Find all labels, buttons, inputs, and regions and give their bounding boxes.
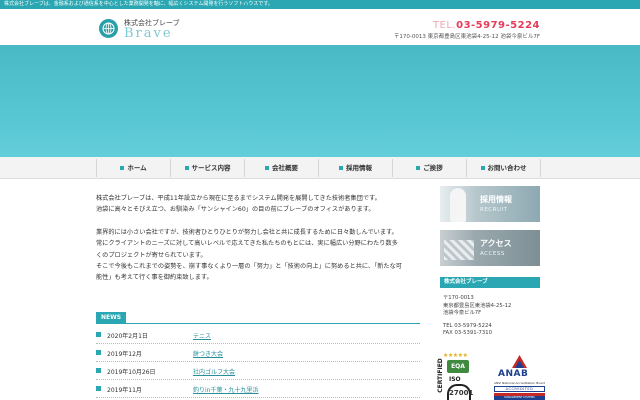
anab-subtitle: ANSI National Accreditation Board xyxy=(493,381,546,385)
address-line: 池袋今泉ビル7F xyxy=(443,310,482,316)
phone-number: TEL 03-5979-5224 xyxy=(443,322,492,329)
nav-item-recruit[interactable]: 採用情報 xyxy=(318,159,392,177)
news-heading: NEWS xyxy=(96,312,126,323)
intro-line: くのプロジェクトが寄せられています。 xyxy=(96,251,207,259)
intro-line: 業界的には小さい会社ですが、技術者ひとりひとりが努力し会社と共に成長するために日… xyxy=(96,228,398,236)
nav-bullet-icon xyxy=(480,166,485,170)
news-bullet-icon xyxy=(96,332,101,337)
intro-line: 株式会社ブレーブは、平成11年設立から現在に至るまでシステム開発を展開してきた技… xyxy=(96,195,381,202)
recruit-banner-subtitle: RECRUIT xyxy=(480,207,508,213)
sidebar-company-heading: 株式会社ブレーブ xyxy=(440,277,540,288)
news-date: 2019年10月26日 xyxy=(107,369,156,376)
address-line: 東京都豊島区東池袋4-25-12 xyxy=(443,302,512,309)
nav-item-contact[interactable]: お問い合わせ xyxy=(466,159,541,177)
news-date: 2019年12月 xyxy=(107,351,142,358)
tel-label: TEL. xyxy=(432,20,457,31)
tel-number: 03-5979-5224 xyxy=(456,20,540,31)
header-phone: TEL.03-5979-5224 xyxy=(433,20,540,31)
globe-logo-icon[interactable] xyxy=(99,19,118,38)
eqa-logo: EQA xyxy=(447,360,469,373)
nav-bullet-icon xyxy=(184,166,189,170)
postal-code: 〒170-0013 xyxy=(443,295,474,301)
access-banner[interactable]: アクセス ACCESS xyxy=(440,230,540,266)
news-title-link[interactable]: 社内ゴルフ大会 xyxy=(193,367,235,376)
hero-banner xyxy=(0,45,640,157)
isms-certification-badge: ★★★★★ CERTIFIED EQA ISO 27001 xyxy=(433,352,493,400)
certified-label: CERTIFIED xyxy=(436,358,444,393)
company-intro: 株式会社ブレーブは、平成11年設立から現在に至るまでシステム開発を展開してきた技… xyxy=(96,193,426,284)
top-tagline-bar: 株式会社ブレーブは、金融系および通信系を中心とした業務開発を軸に、幅広くシステム… xyxy=(0,0,640,9)
news-divider xyxy=(96,323,420,324)
intro-line: そこで今後もこれまでの姿勢を、崩す事なくより一層の「努力」と「技術の向上」に努め… xyxy=(96,263,402,271)
recruit-banner[interactable]: 採用情報 RECRUIT xyxy=(440,186,540,222)
recruit-banner-title: 採用情報 xyxy=(480,195,512,204)
person-photo-icon xyxy=(450,188,466,222)
star-rating-icon: ★★★★★ xyxy=(443,352,468,359)
header-address: 〒170-0013 東京都豊島区東池袋4-25-12 池袋今泉ビル7F xyxy=(393,34,540,40)
news-item: 2020年2月1日 テニス xyxy=(96,326,420,344)
brand-logo-text[interactable]: Brave xyxy=(124,26,173,41)
nav-bullet-icon xyxy=(265,166,269,170)
accredited-label: ACCREDITED xyxy=(494,386,545,392)
fax-number: FAX 03-5391-7310 xyxy=(443,330,493,336)
news-date: 2019年11月 xyxy=(107,387,142,394)
news-bullet-icon xyxy=(96,350,101,355)
intro-line: 能性」も考えて行く事を御約束致します。 xyxy=(96,274,213,282)
news-title-link[interactable]: 釣りin千葉・九十九里浜 xyxy=(193,385,258,394)
anab-text: ANAB xyxy=(498,369,529,379)
nav-bullet-icon xyxy=(416,166,421,170)
anab-accreditation-badge: ANAB ANSI National Accreditation Board A… xyxy=(492,352,547,400)
iso-label: ISO xyxy=(449,376,461,383)
intro-line: 常にクライアントのニーズに対して高いレベルで応えてきた私たちのもとには、実に幅広… xyxy=(96,240,398,248)
access-banner-subtitle: ACCESS xyxy=(480,251,505,257)
sidebar-company-info: 〒170-0013 東京都豊島区東池袋4-25-12 池袋今泉ビル7F TEL … xyxy=(443,295,511,338)
news-bullet-icon xyxy=(96,368,101,373)
news-item: 2019年11月 釣りin千葉・九十九里浜 xyxy=(96,380,420,398)
main-nav: ホーム サービス内容 会社概要 採用情報 ご挨拶 お問い合わせ xyxy=(0,157,640,179)
nav-bullet-icon xyxy=(339,166,343,170)
nav-item-greeting[interactable]: ご挨拶 xyxy=(392,159,466,177)
tagline-text: 株式会社ブレーブは、金融系および通信系を中心とした業務開発を軸に、幅広くシステム… xyxy=(4,1,273,7)
building-photo-icon xyxy=(444,240,474,260)
intro-line: 池袋に高々とそびえ立つ、お馴染み「サンシャイン60」の目の前にブレーブのオフィス… xyxy=(96,206,375,214)
news-title-link[interactable]: 餅つき大会 xyxy=(193,349,223,358)
news-title-link[interactable]: テニス xyxy=(193,331,211,340)
access-banner-title: アクセス xyxy=(480,239,512,248)
management-systems-label: MANAGEMENT SYSTEMS xyxy=(494,396,545,400)
nav-bullet-icon xyxy=(120,166,125,170)
nav-item-services[interactable]: サービス内容 xyxy=(170,159,244,177)
news-bullet-icon xyxy=(96,386,101,391)
site-header: 株式会社ブレーブ Brave TEL.03-5979-5224 〒170-001… xyxy=(0,9,640,45)
news-date: 2020年2月1日 xyxy=(107,333,148,340)
news-item: 2019年12月 餅つき大会 xyxy=(96,344,420,362)
iso-number: 27001 xyxy=(447,384,473,400)
nav-item-company[interactable]: 会社概要 xyxy=(244,159,318,177)
news-item: 2019年10月26日 社内ゴルフ大会 xyxy=(96,362,420,380)
nav-item-home[interactable]: ホーム xyxy=(96,159,170,177)
